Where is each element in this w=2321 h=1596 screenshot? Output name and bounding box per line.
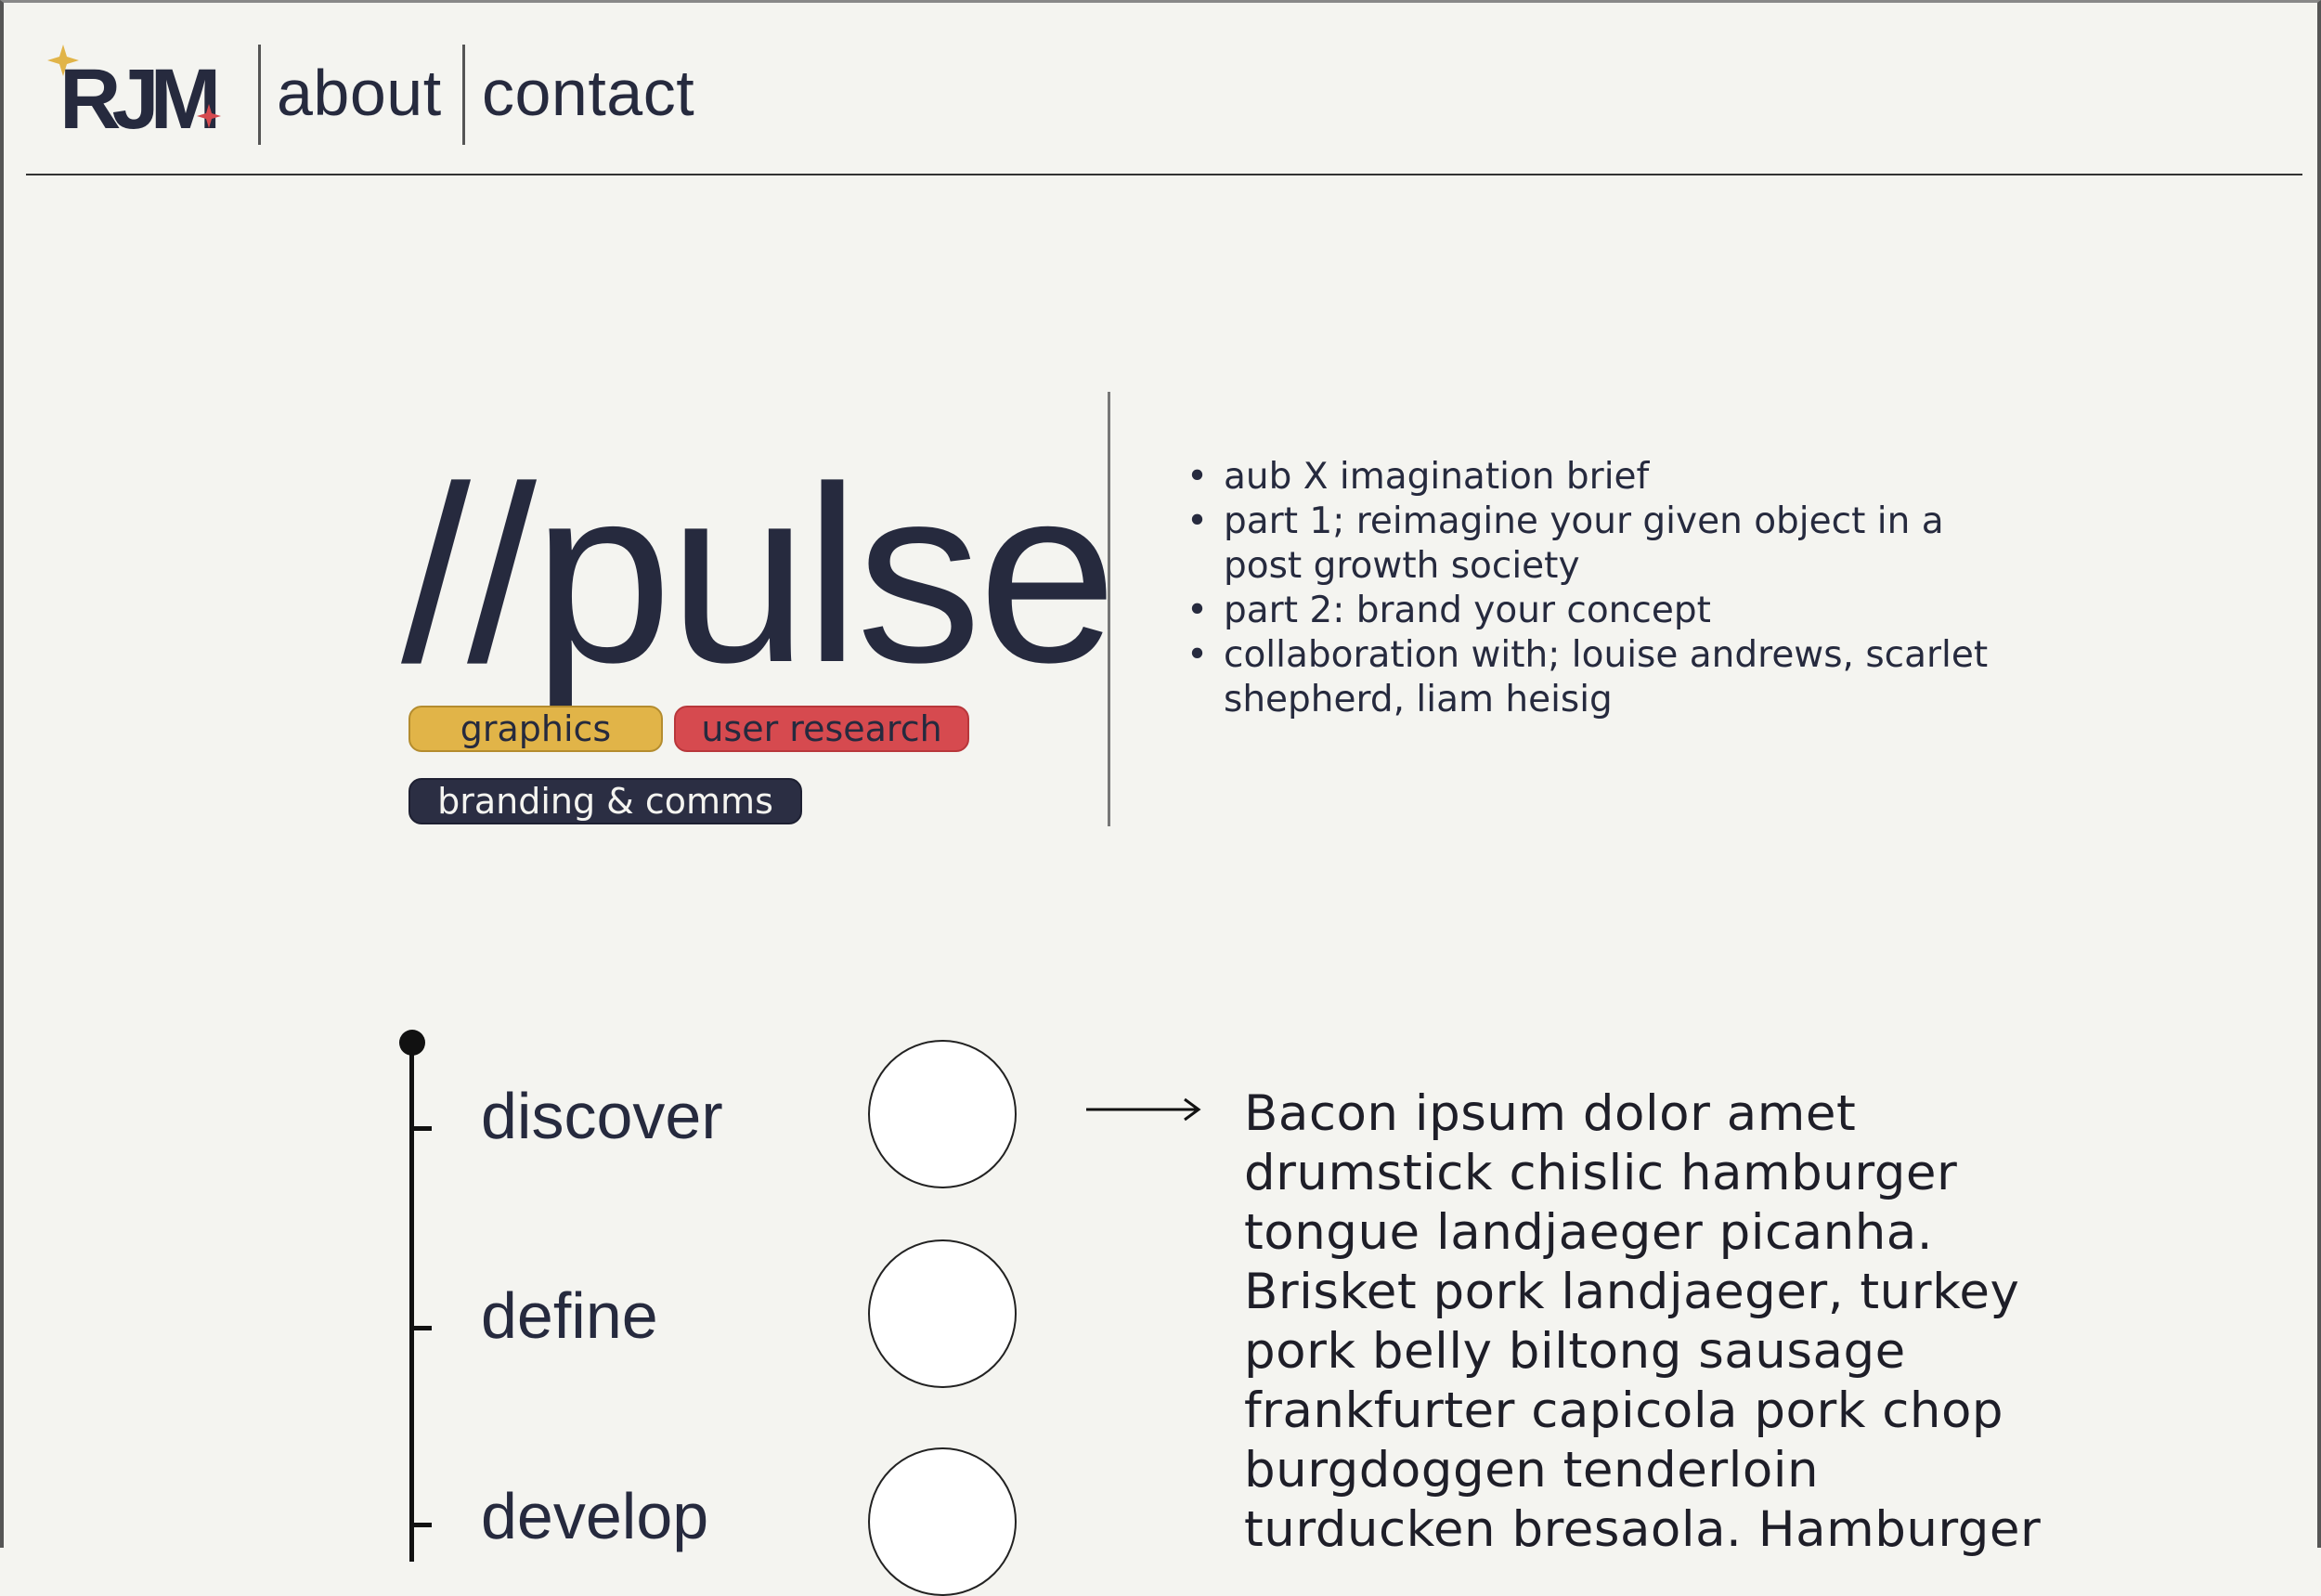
brief-item: part 2: brand your concept: [1186, 589, 2022, 633]
project-title: //pulse: [401, 435, 1117, 715]
timeline-tick: [409, 1523, 432, 1527]
tag-branding-comms: branding & comms: [408, 778, 802, 824]
nav-link-contact[interactable]: contact: [482, 56, 694, 130]
rjm-logo[interactable]: RJM: [46, 39, 226, 147]
step-label-develop: develop: [481, 1480, 709, 1552]
step-circle-define[interactable]: [868, 1239, 1017, 1388]
svg-text:RJM: RJM: [59, 52, 216, 141]
step-label-define: define: [481, 1279, 658, 1352]
timeline-start-dot: [399, 1030, 425, 1056]
step-label-discover: discover: [481, 1080, 723, 1152]
brief-item: aub X imagination brief: [1186, 455, 2022, 500]
brief-list: aub X imagination brief part 1; reimagin…: [1186, 455, 2022, 722]
arrow-right-icon: [1086, 1097, 1201, 1122]
tag-user-research: user research: [674, 706, 969, 752]
timeline-tick: [409, 1126, 432, 1131]
timeline-tick: [409, 1326, 432, 1330]
header-divider: [26, 174, 2302, 175]
brief-item: part 1; reimagine your given object in a…: [1186, 500, 2022, 589]
brief-item: collaboration with; louise andrews, scar…: [1186, 633, 2022, 722]
vertical-divider: [1108, 392, 1110, 826]
step-circle-discover[interactable]: [868, 1040, 1017, 1188]
tag-graphics: graphics: [408, 706, 663, 752]
nav-link-about[interactable]: about: [277, 56, 442, 130]
nav-divider: [258, 45, 261, 145]
timeline-line: [409, 1042, 414, 1562]
step-circle-develop[interactable]: [868, 1447, 1017, 1596]
step-description: Bacon ipsum dolor amet drumstick chislic…: [1244, 1085, 2042, 1558]
nav-divider: [462, 45, 465, 145]
